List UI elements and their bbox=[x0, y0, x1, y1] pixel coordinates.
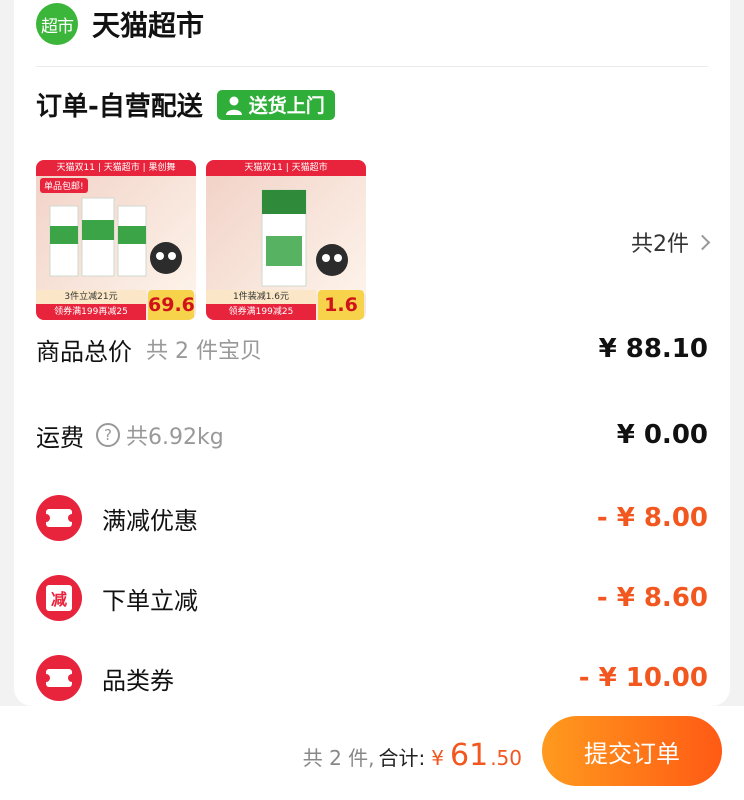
product-image bbox=[36, 176, 196, 294]
discount-amount: - ¥ 10.00 bbox=[578, 663, 708, 693]
discount-label: 下单立减 bbox=[102, 586, 198, 615]
product-banner: 天猫双11 | 天猫超市 | 果创舞 bbox=[36, 160, 196, 176]
goods-total-amount: ¥ 88.10 bbox=[598, 334, 708, 364]
soy-milk-carton-image bbox=[261, 189, 348, 287]
order-card: 超市 天猫超市 订单-自营配送 送货上门 天猫双11 | 天猫超市 | 果创舞 bbox=[14, 0, 730, 706]
discount-label: 品类券 bbox=[102, 666, 174, 695]
submit-order-button[interactable]: 提交订单 bbox=[542, 716, 722, 786]
order-total: 共 2 件, 合计: ¥ 61 .50 bbox=[303, 738, 522, 773]
chevron-right-icon bbox=[694, 234, 711, 250]
product-coupon: 领券满199减25 bbox=[206, 304, 316, 320]
freight-weight: 共6.92kg bbox=[126, 425, 224, 450]
divider bbox=[36, 66, 708, 67]
discount-amount: - ¥ 8.60 bbox=[596, 583, 708, 613]
total-count: 共 2 件, bbox=[302, 746, 375, 770]
product-thumbnail[interactable]: 天猫双11 | 天猫超市 1件装减1.6元 领券满199减25 1.6 bbox=[206, 160, 366, 320]
product-promo: 1件装减1.6元 bbox=[206, 290, 316, 304]
product-coupon: 领券满199再减25 bbox=[36, 304, 146, 320]
product-image bbox=[206, 176, 366, 294]
jian-icon: 减 bbox=[36, 575, 82, 621]
milk-carton-image bbox=[49, 197, 182, 277]
delivery-badge-label: 送货上门 bbox=[248, 95, 325, 117]
shipping-header: 订单-自营配送 送货上门 bbox=[36, 86, 335, 123]
store-header[interactable]: 超市 天猫超市 bbox=[36, 2, 204, 46]
goods-total-label: 商品总价 bbox=[36, 337, 132, 366]
product-promo: 3件立减21元 bbox=[36, 290, 146, 304]
store-logo-icon: 超市 bbox=[36, 3, 78, 45]
product-tag: 单品包邮! bbox=[40, 178, 88, 193]
total-label: 合计: bbox=[378, 746, 426, 770]
delivery-badge: 送货上门 bbox=[216, 89, 335, 120]
person-icon bbox=[225, 96, 242, 115]
store-name: 天猫超市 bbox=[92, 9, 205, 42]
product-price: 69.6 bbox=[148, 290, 195, 320]
help-icon[interactable]: ? bbox=[96, 423, 120, 447]
freight-row: 运费 ? 共6.92kg ¥ 0.00 bbox=[36, 416, 708, 454]
discount-label: 满减优惠 bbox=[102, 506, 198, 535]
ticket-icon bbox=[36, 655, 82, 701]
shipping-title: 订单-自营配送 bbox=[36, 92, 203, 122]
goods-total-row: 商品总价 共 2 件宝贝 ¥ 88.10 bbox=[36, 330, 708, 368]
discount-amount: - ¥ 8.00 bbox=[596, 503, 708, 533]
freight-amount: ¥ 0.00 bbox=[616, 420, 708, 450]
discount-row[interactable]: 满减优惠 - ¥ 8.00 bbox=[36, 494, 708, 542]
total-integer: 61 bbox=[450, 738, 489, 773]
total-decimal: .50 bbox=[490, 746, 522, 770]
discount-row[interactable]: 品类券 - ¥ 10.00 bbox=[36, 654, 708, 702]
product-thumbnail[interactable]: 天猫双11 | 天猫超市 | 果创舞 单品包邮! 3件立减21元 领券满199再… bbox=[36, 160, 196, 320]
product-price: 1.6 bbox=[318, 290, 364, 320]
goods-count: 共 2 件宝贝 bbox=[146, 339, 262, 364]
product-banner: 天猫双11 | 天猫超市 bbox=[206, 160, 366, 176]
checkout-bar: 共 2 件, 合计: ¥ 61 .50 提交订单 bbox=[0, 706, 744, 800]
ticket-icon bbox=[36, 495, 82, 541]
item-count-link[interactable]: 共2件 bbox=[631, 226, 711, 258]
freight-label: 运费 bbox=[36, 423, 84, 452]
discount-row[interactable]: 减 下单立减 - ¥ 8.60 bbox=[36, 574, 708, 622]
item-count-label: 共2件 bbox=[631, 232, 689, 257]
total-currency: ¥ bbox=[431, 746, 444, 770]
